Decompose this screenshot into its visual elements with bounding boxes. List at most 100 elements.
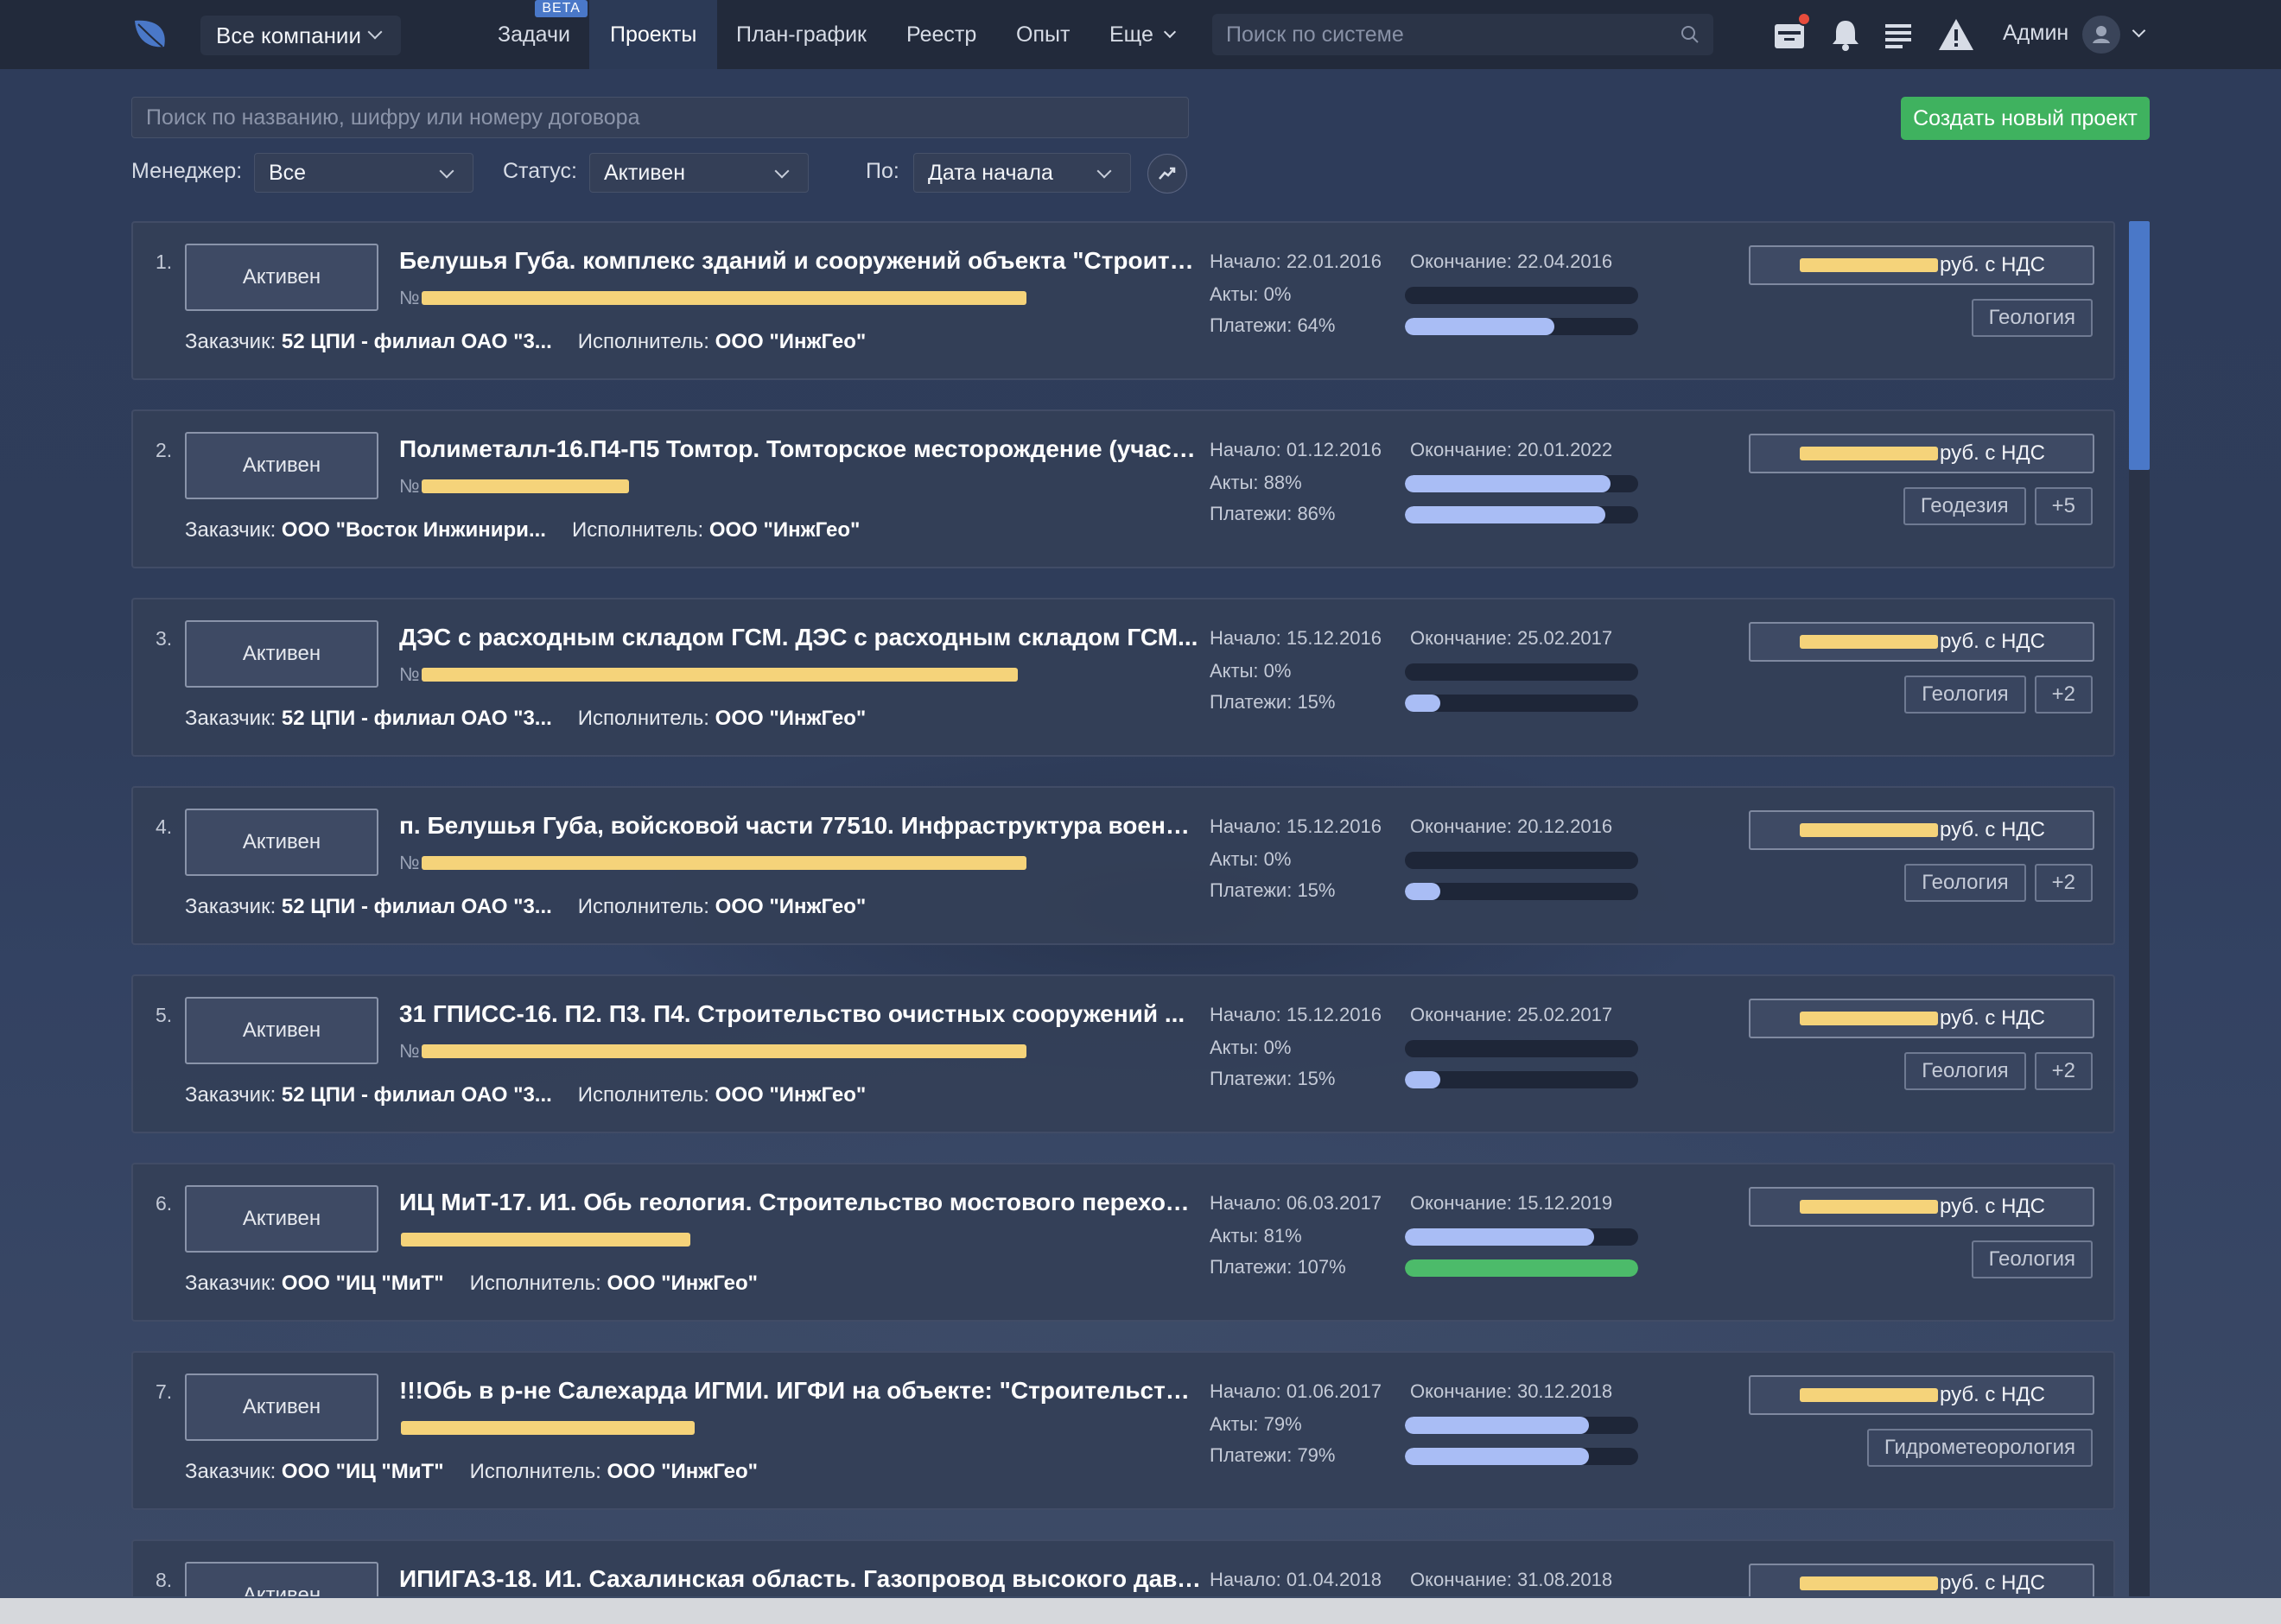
status-select[interactable]: Активен bbox=[589, 153, 809, 193]
manager-select[interactable]: Все bbox=[254, 153, 473, 193]
nav-projects[interactable]: Проекты bbox=[589, 0, 718, 69]
bell-icon[interactable] bbox=[1825, 14, 1866, 55]
company-select[interactable]: Все компании bbox=[200, 16, 401, 55]
project-status-button[interactable]: Активен bbox=[185, 997, 378, 1064]
project-tag[interactable]: Геология bbox=[1971, 1240, 2093, 1278]
customer-name: 52 ЦПИ - филиал ОАО "3... bbox=[281, 1083, 552, 1107]
project-card[interactable]: 8. Активен ИПИГАЗ-18. И1. Сахалинская обла… bbox=[131, 1539, 2115, 1596]
project-status-button[interactable]: Активен bbox=[185, 620, 378, 688]
project-title[interactable]: п. Белушья Губа, войсковой части 77510. … bbox=[399, 812, 1203, 840]
global-search[interactable] bbox=[1212, 14, 1713, 55]
payments-label: Платежи: 15% bbox=[1210, 691, 1336, 713]
price-suffix: руб. с НДС bbox=[1939, 1006, 2045, 1030]
project-tags: Геология +2 bbox=[1904, 1052, 2093, 1090]
acts-label: Акты: 0% bbox=[1210, 1037, 1292, 1058]
executor-label: Исполнитель: bbox=[571, 518, 704, 542]
payments-label: Платежи: 79% bbox=[1210, 1444, 1336, 1466]
project-card[interactable]: 6. Активен ИЦ МиТ-17. И1. Обь геология. Ст… bbox=[131, 1163, 2115, 1322]
project-title[interactable]: !!!Обь в р-не Салехарда ИГМИ. ИГФИ на об… bbox=[399, 1377, 1203, 1405]
project-tag[interactable]: Геодезия bbox=[1903, 487, 2026, 525]
price-suffix: руб. с НДС bbox=[1939, 1571, 2045, 1595]
price-suffix: руб. с НДС bbox=[1939, 441, 2045, 465]
acts-label: Акты: 81% bbox=[1210, 1225, 1302, 1247]
acts-label: Акты: 0% bbox=[1210, 283, 1292, 305]
project-price[interactable]: руб. с НДС bbox=[1749, 622, 2094, 662]
user-name[interactable]: Админ bbox=[2003, 21, 2068, 46]
nav-registry[interactable]: Реестр bbox=[886, 0, 997, 69]
project-status-button[interactable]: Активен bbox=[185, 244, 378, 311]
project-tag[interactable]: Гидрометеорология bbox=[1866, 1429, 2093, 1467]
top-navigation: Все компании Задачи BETA Проекты План-гр… bbox=[0, 0, 2281, 69]
project-title[interactable]: Белушья Губа. комплекс зданий и сооружен… bbox=[399, 247, 1203, 275]
project-price[interactable]: руб. с НДС bbox=[1749, 1375, 2094, 1415]
project-price[interactable]: руб. с НДС bbox=[1749, 245, 2094, 285]
project-title[interactable]: 31 ГПИСС-16. П2. П3. П4. Строительство о… bbox=[399, 1000, 1203, 1028]
project-number: 2. bbox=[156, 439, 173, 461]
project-status-button[interactable]: Активен bbox=[185, 1185, 378, 1253]
project-tag[interactable]: +2 bbox=[2034, 1052, 2093, 1090]
project-status-button[interactable]: Активен bbox=[185, 432, 378, 499]
payments-progress-bar bbox=[1405, 1071, 1638, 1088]
project-tags: Гидрометеорология bbox=[1866, 1429, 2093, 1467]
project-search[interactable] bbox=[131, 97, 1189, 138]
sort-select[interactable]: Дата начала bbox=[913, 153, 1131, 193]
nav-experience[interactable]: Опыт bbox=[995, 0, 1090, 69]
project-number: 6. bbox=[156, 1192, 173, 1215]
project-card[interactable]: 5. Активен 31 ГПИСС-16. П2. П3. П4. Строит… bbox=[131, 974, 2115, 1133]
project-title[interactable]: Полиметалл-16.П4-П5 Томтор. Томторское м… bbox=[399, 435, 1203, 463]
project-price[interactable]: руб. с НДС bbox=[1749, 999, 2094, 1038]
project-status-button[interactable]: Активен bbox=[185, 1373, 378, 1441]
search-icon[interactable] bbox=[1681, 25, 1700, 44]
acts-label: Акты: 0% bbox=[1210, 660, 1292, 682]
acts-progress-bar bbox=[1405, 852, 1638, 869]
nav-more[interactable]: Еще bbox=[1089, 0, 1195, 69]
project-tag[interactable]: Геология bbox=[1971, 299, 2093, 337]
payments-progress-fill bbox=[1405, 318, 1554, 335]
sort-select-value: Дата начала bbox=[928, 160, 1053, 185]
project-title[interactable]: ИПИГАЗ-18. И1. Сахалинская область. Газо… bbox=[399, 1565, 1203, 1593]
project-card[interactable]: 4. Активен п. Белушья Губа, войсковой част… bbox=[131, 786, 2115, 945]
nav-tasks[interactable]: Задачи BETA bbox=[477, 0, 591, 69]
project-search-input[interactable] bbox=[146, 105, 1174, 130]
customer-label: Заказчик: bbox=[185, 707, 276, 730]
create-project-button[interactable]: Создать новый проект bbox=[1901, 97, 2150, 140]
project-list: 1. Активен Белушья Губа. комплекс зданий и… bbox=[131, 221, 2115, 1596]
chevron-down-icon bbox=[774, 163, 790, 179]
inbox-icon[interactable] bbox=[1770, 12, 1811, 55]
project-card[interactable]: 3. Активен ДЭС с расходным складом ГСМ. ДЭ… bbox=[131, 598, 2115, 757]
project-tag[interactable]: Геология bbox=[1904, 1052, 2026, 1090]
project-price[interactable]: руб. с НДС bbox=[1749, 434, 2094, 473]
redacted-contract bbox=[401, 1421, 695, 1435]
project-tag[interactable]: +5 bbox=[2034, 487, 2093, 525]
customer-label: Заказчик: bbox=[185, 330, 276, 353]
project-price[interactable]: руб. с НДС bbox=[1749, 1187, 2094, 1227]
global-search-input[interactable] bbox=[1226, 22, 1681, 48]
end-date: Окончание: 30.12.2018 bbox=[1410, 1380, 1613, 1402]
start-date: Начало: 01.06.2017 bbox=[1210, 1380, 1382, 1402]
project-title[interactable]: ИЦ МиТ-17. И1. Обь геология. Строительст… bbox=[399, 1189, 1203, 1216]
nav-schedule[interactable]: План-график bbox=[715, 0, 887, 69]
project-card[interactable]: 7. Активен !!!Обь в р-не Салехарда ИГМИ. И… bbox=[131, 1351, 2115, 1510]
warning-icon[interactable] bbox=[1935, 14, 1977, 55]
customer-label: Заказчик: bbox=[185, 895, 276, 918]
project-status-button[interactable]: Активен bbox=[185, 1562, 378, 1596]
project-card[interactable]: 2. Активен Полиметалл-16.П4-П5 Томтор. Том… bbox=[131, 409, 2115, 568]
leaf-logo-icon[interactable] bbox=[131, 17, 169, 52]
project-status-button[interactable]: Активен bbox=[185, 809, 378, 876]
project-card[interactable]: 1. Активен Белушья Губа. комплекс зданий и… bbox=[131, 221, 2115, 380]
project-tag[interactable]: +2 bbox=[2034, 864, 2093, 902]
avatar[interactable] bbox=[2082, 16, 2120, 54]
chevron-down-icon[interactable] bbox=[2132, 23, 2146, 38]
project-tag[interactable]: Геология bbox=[1904, 676, 2026, 714]
scrollbar-thumb[interactable] bbox=[2129, 221, 2150, 470]
payments-progress-fill bbox=[1405, 506, 1606, 523]
project-tag[interactable]: +2 bbox=[2034, 676, 2093, 714]
trend-toggle-button[interactable] bbox=[1147, 154, 1187, 193]
project-tag[interactable]: Геология bbox=[1904, 864, 2026, 902]
nav-tasks-label: Задачи bbox=[498, 22, 570, 47]
project-price[interactable]: руб. с НДС bbox=[1749, 810, 2094, 850]
project-price[interactable]: руб. с НДС bbox=[1749, 1564, 2094, 1596]
redacted-amount bbox=[1799, 823, 1938, 837]
list-icon[interactable] bbox=[1878, 14, 1920, 55]
project-title[interactable]: ДЭС с расходным складом ГСМ. ДЭС с расхо… bbox=[399, 624, 1203, 651]
